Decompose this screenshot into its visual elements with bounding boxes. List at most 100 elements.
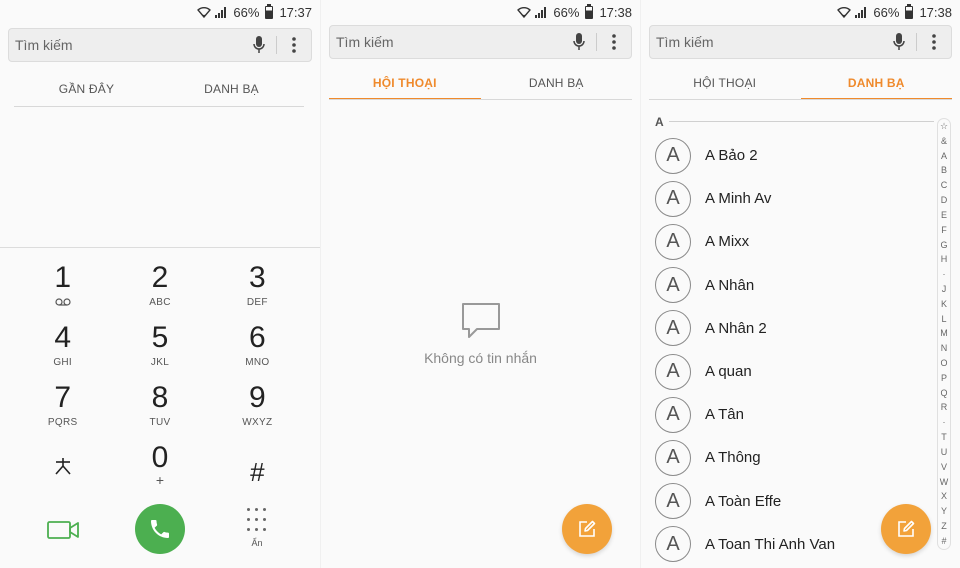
index-letter[interactable]: M — [940, 329, 948, 338]
tabs-divider — [649, 99, 952, 100]
battery-percent: 66% — [873, 4, 900, 20]
mic-icon[interactable] — [562, 25, 596, 59]
contact-row[interactable]: A A Minh Av — [641, 177, 931, 220]
avatar: A — [655, 526, 691, 563]
contact-row[interactable]: A A Nhân 2 — [641, 307, 931, 350]
video-call-icon[interactable] — [46, 518, 80, 542]
index-letter[interactable]: P — [941, 373, 947, 383]
status-bar: 66% 17:37 — [0, 0, 320, 24]
messages-tabs: HỘI THOẠI DANH BẠ — [329, 66, 632, 100]
contacts-tabs: HỘI THOẠI DANH BẠ — [649, 66, 952, 100]
index-letter[interactable]: T — [941, 433, 947, 442]
avatar: A — [655, 483, 691, 520]
keypad-divider — [0, 247, 320, 248]
compose-icon — [898, 520, 915, 537]
index-letter[interactable]: A — [941, 151, 947, 161]
index-letter[interactable]: · — [943, 270, 946, 279]
compose-button[interactable] — [562, 504, 612, 554]
index-letter[interactable]: G — [940, 240, 947, 250]
tabs-divider — [329, 99, 632, 100]
key-4[interactable]: 4 GHI — [14, 322, 111, 382]
contact-name: A Bảo 2 — [705, 147, 758, 165]
index-letter[interactable]: H — [941, 255, 948, 264]
tab-conversations[interactable]: HỘI THOẠI — [649, 66, 801, 100]
index-letter[interactable]: U — [941, 447, 948, 457]
battery-icon — [585, 3, 594, 19]
dialer-tabs: GẦN ĐÂY DANH BẠ — [14, 72, 304, 106]
tab-contacts[interactable]: DANH BẠ — [481, 66, 633, 100]
index-letter[interactable]: Q — [940, 388, 947, 398]
key-9[interactable]: 9 WXYZ — [209, 382, 306, 442]
key-star[interactable] — [14, 442, 111, 502]
more-options-icon[interactable] — [277, 28, 311, 62]
contact-row[interactable]: A A Tân — [641, 393, 931, 436]
search-input[interactable]: Tìm kiếm — [656, 34, 882, 50]
tabs-divider — [14, 106, 304, 107]
index-letter[interactable]: L — [941, 314, 946, 324]
contacts-screen: 66% 17:38 Tìm kiếm HỘI THOẠI DANH BẠ A A… — [640, 0, 960, 568]
tab-contacts[interactable]: DANH BẠ — [800, 66, 953, 100]
index-letter[interactable]: F — [941, 225, 947, 235]
more-options-icon[interactable] — [597, 25, 631, 59]
index-letter[interactable]: B — [941, 166, 947, 175]
index-letter[interactable]: # — [941, 536, 946, 546]
index-letter[interactable]: Z — [941, 521, 947, 531]
tab-conversations[interactable]: HỘI THOẠI — [329, 66, 481, 100]
index-letter[interactable]: E — [941, 210, 947, 220]
search-bar[interactable]: Tìm kiếm — [649, 25, 952, 59]
battery-icon — [265, 3, 274, 19]
contact-row[interactable]: A A Bảo 2 — [641, 134, 931, 177]
contact-name: A Minh Av — [705, 190, 772, 208]
contact-name: A Nhân — [705, 276, 755, 294]
battery-icon — [905, 3, 914, 19]
index-letter[interactable]: R — [941, 403, 948, 412]
avatar: A — [655, 267, 691, 304]
key-hash[interactable]: # — [209, 442, 306, 502]
key-0[interactable]: 0 + — [111, 442, 208, 502]
key-2[interactable]: 2 ABC — [111, 262, 208, 322]
compose-button[interactable] — [881, 504, 931, 554]
hide-keypad-button[interactable]: Ẩn — [242, 508, 272, 558]
mic-icon[interactable] — [242, 28, 276, 62]
index-letter[interactable]: ☆ — [940, 122, 948, 131]
key-5[interactable]: 5 JKL — [111, 322, 208, 382]
contact-name: A quan — [705, 363, 752, 381]
search-bar[interactable]: Tìm kiếm — [8, 28, 312, 62]
index-letter[interactable]: V — [941, 462, 947, 472]
alphabet-index[interactable]: ☆ & A B C D E F G H · J K L M N O P Q R · T U V W X Y Z # — [937, 118, 951, 550]
index-letter[interactable]: X — [941, 492, 947, 501]
index-letter[interactable]: O — [940, 359, 947, 368]
call-button[interactable] — [135, 504, 185, 554]
tab-recent[interactable]: GẦN ĐÂY — [14, 72, 159, 106]
wifi-icon — [197, 7, 212, 18]
index-letter[interactable]: Y — [941, 507, 947, 516]
key-7[interactable]: 7 PQRS — [14, 382, 111, 442]
tab-contacts[interactable]: DANH BẠ — [159, 72, 304, 106]
index-letter[interactable]: W — [940, 477, 949, 487]
index-letter[interactable]: N — [941, 344, 948, 353]
contact-row[interactable]: A A quan — [641, 350, 931, 393]
contact-row[interactable]: A A Mixx — [641, 220, 931, 263]
index-letter[interactable]: K — [941, 299, 947, 309]
index-letter[interactable]: D — [941, 196, 948, 205]
section-divider — [669, 121, 934, 122]
more-options-icon[interactable] — [917, 25, 951, 59]
index-letter[interactable]: & — [941, 136, 947, 146]
key-3[interactable]: 3 DEF — [209, 262, 306, 322]
contact-name: A Nhân 2 — [705, 319, 767, 337]
mic-icon[interactable] — [882, 25, 916, 59]
index-letter[interactable]: C — [941, 181, 948, 190]
battery-percent: 66% — [553, 4, 580, 20]
dialer-actions: Ẩn — [0, 504, 320, 558]
contact-row[interactable]: A A Thông — [641, 436, 931, 479]
key-1[interactable]: 1 — [14, 262, 111, 322]
search-bar[interactable]: Tìm kiếm — [329, 25, 632, 59]
search-input[interactable]: Tìm kiếm — [15, 37, 242, 53]
key-6[interactable]: 6 MNO — [209, 322, 306, 382]
index-letter[interactable]: · — [943, 418, 946, 427]
search-input[interactable]: Tìm kiếm — [336, 34, 562, 50]
index-letter[interactable]: J — [942, 284, 947, 294]
contact-row[interactable]: A A Nhân — [641, 264, 931, 307]
key-8[interactable]: 8 TUV — [111, 382, 208, 442]
voicemail-icon — [55, 298, 71, 306]
